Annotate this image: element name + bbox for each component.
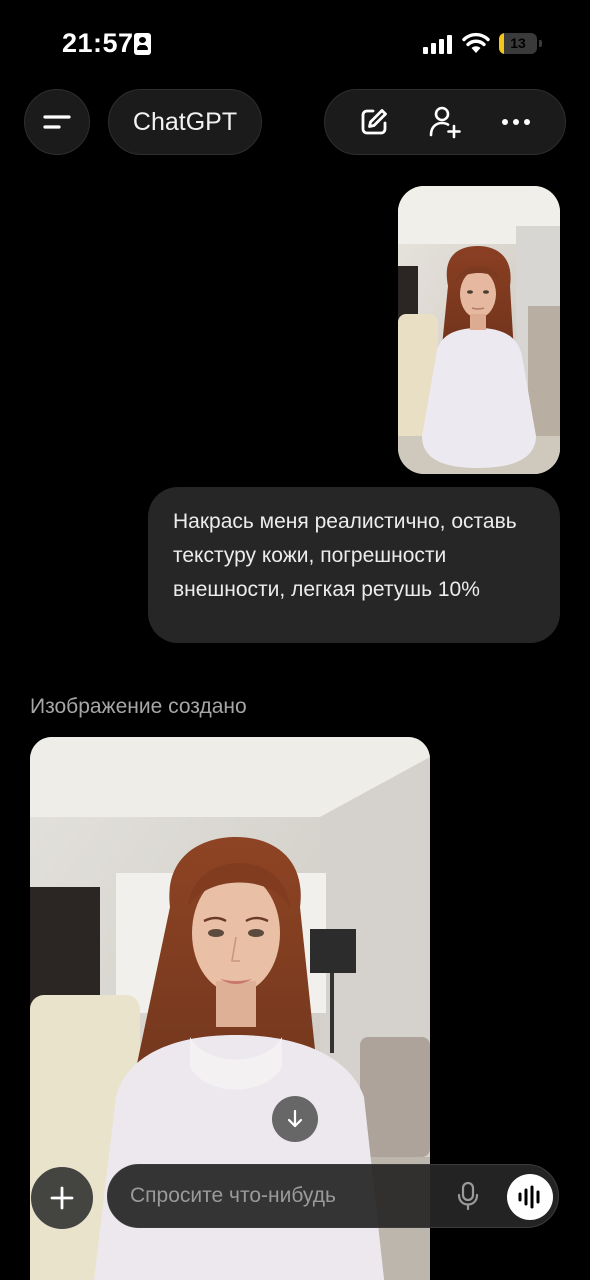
user-uploaded-photo[interactable] [398, 186, 560, 474]
wifi-icon [462, 32, 490, 53]
plus-icon [50, 1186, 74, 1210]
add-person-icon [429, 106, 461, 139]
header-actions [324, 89, 566, 155]
attach-button[interactable] [31, 1167, 93, 1229]
image-created-label: Изображение создано [30, 695, 247, 718]
user-photo-image [398, 186, 560, 474]
more-options-button[interactable] [494, 100, 538, 144]
contact-card-icon [134, 33, 151, 55]
status-bar: 21:57 13 [0, 0, 590, 80]
sidebar-menu-button[interactable] [24, 89, 90, 155]
cellular-signal-icon [423, 34, 453, 54]
status-time: 21:57 [62, 28, 134, 58]
app-title: ChatGPT [132, 107, 238, 136]
dictation-button[interactable] [453, 1179, 483, 1213]
model-selector-button[interactable]: ChatGPT [108, 89, 262, 155]
add-person-button[interactable] [423, 100, 467, 144]
new-chat-icon [361, 109, 388, 135]
battery-tip [539, 40, 542, 47]
microphone-icon [457, 1181, 479, 1211]
new-chat-button[interactable] [352, 100, 396, 144]
battery-level: 13 [510, 35, 526, 51]
arrow-down-icon [287, 1109, 303, 1128]
sidebar-menu-icon [43, 115, 71, 129]
user-message-text: Накрась меня реалистично, оставь текстур… [173, 510, 517, 601]
message-input[interactable] [130, 1165, 440, 1227]
user-message-bubble: Накрась меня реалистично, оставь текстур… [148, 487, 560, 643]
message-composer [107, 1164, 559, 1228]
voice-waveform-icon [518, 1185, 540, 1209]
battery-icon: 13 [499, 33, 537, 54]
voice-mode-button[interactable] [507, 1174, 553, 1220]
scroll-to-bottom-button[interactable] [272, 1096, 318, 1142]
more-icon [501, 119, 530, 125]
